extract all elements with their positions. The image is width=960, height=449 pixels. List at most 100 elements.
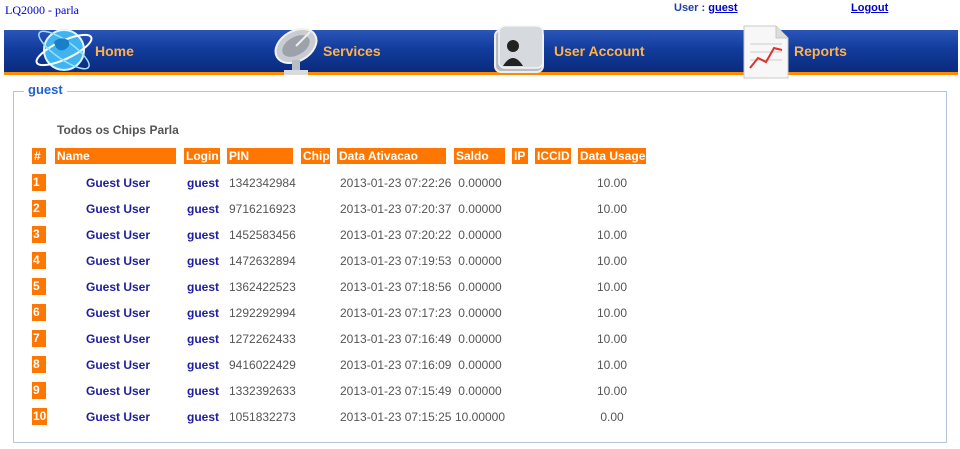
header-date[interactable]: Data Ativacao xyxy=(337,148,446,164)
nav-home[interactable]: Home xyxy=(32,29,182,75)
row-login: guest xyxy=(187,332,220,346)
row-pin: 1342342984 xyxy=(229,176,296,190)
row-number: 5 xyxy=(32,278,46,295)
header-chip[interactable]: Chip xyxy=(301,148,330,164)
header-saldo[interactable]: Saldo xyxy=(454,148,505,164)
row-name: Guest User xyxy=(86,384,151,398)
table-row: 7 Guest User guest 1272262433 2013-01-23… xyxy=(0,330,960,348)
row-date: 2013-01-23 07:18:56 xyxy=(340,280,452,294)
row-data-usage: 10.00 xyxy=(596,306,628,320)
main-nav: Home Services User Account Reports xyxy=(4,25,958,79)
row-pin: 1472632894 xyxy=(229,254,296,268)
row-pin: 1272262433 xyxy=(229,332,296,346)
row-name: Guest User xyxy=(86,228,151,242)
chart-report-icon xyxy=(734,20,798,80)
row-pin: 1332392633 xyxy=(229,384,296,398)
row-saldo: 0.00000 xyxy=(458,332,502,346)
row-saldo: 0.00000 xyxy=(458,384,502,398)
row-data-usage: 10.00 xyxy=(596,254,628,268)
row-name: Guest User xyxy=(86,358,151,372)
row-pin: 1362422523 xyxy=(229,280,296,294)
logout-link[interactable]: Logout xyxy=(851,2,888,14)
row-login: guest xyxy=(187,280,220,294)
table-row: 8 Guest User guest 9416022429 2013-01-23… xyxy=(0,356,960,374)
row-saldo: 0.00000 xyxy=(458,358,502,372)
row-pin: 1051832273 xyxy=(229,410,296,424)
user-folder-icon xyxy=(489,20,553,80)
row-data-usage: 10.00 xyxy=(596,358,628,372)
table-row: 9 Guest User guest 1332392633 2013-01-23… xyxy=(0,382,960,400)
row-number: 9 xyxy=(32,382,46,399)
row-date: 2013-01-23 07:16:49 xyxy=(340,332,452,346)
header-pin[interactable]: PIN xyxy=(227,148,293,164)
row-pin: 9716216923 xyxy=(229,202,296,216)
header-iccid[interactable]: ICCID xyxy=(535,148,571,164)
nav-services[interactable]: Services xyxy=(266,27,426,75)
row-login: guest xyxy=(187,306,220,320)
row-date: 2013-01-23 07:15:25 xyxy=(340,410,452,424)
header-ip[interactable]: IP xyxy=(512,148,528,164)
row-data-usage: 10.00 xyxy=(596,384,628,398)
row-login: guest xyxy=(187,228,220,242)
row-pin: 1292292994 xyxy=(229,306,296,320)
row-data-usage: 10.00 xyxy=(596,332,628,346)
row-login: guest xyxy=(187,410,220,424)
table-row: 6 Guest User guest 1292292994 2013-01-23… xyxy=(0,304,960,322)
username-link[interactable]: guest xyxy=(708,2,737,14)
section-title: Todos os Chips Parla xyxy=(57,123,179,137)
header-num[interactable]: # xyxy=(32,148,46,164)
row-pin: 1452583456 xyxy=(229,228,296,242)
row-name: Guest User xyxy=(86,254,151,268)
nav-user-account-label: User Account xyxy=(554,43,645,59)
table-row: 4 Guest User guest 1472632894 2013-01-23… xyxy=(0,252,960,270)
row-saldo: 0.00000 xyxy=(458,176,502,190)
table-row: 2 Guest User guest 9716216923 2013-01-23… xyxy=(0,200,960,218)
row-number: 1 xyxy=(32,174,46,191)
row-saldo: 0.00000 xyxy=(458,280,502,294)
row-saldo: 0.00000 xyxy=(458,202,502,216)
row-data-usage: 10.00 xyxy=(596,228,628,242)
row-name: Guest User xyxy=(86,202,151,216)
user-label: User : xyxy=(674,2,706,14)
row-saldo: 0.00000 xyxy=(458,228,502,242)
row-name: Guest User xyxy=(86,410,151,424)
row-data-usage: 10.00 xyxy=(596,176,628,190)
row-date: 2013-01-23 07:20:22 xyxy=(340,228,452,242)
row-saldo: 0.00000 xyxy=(458,254,502,268)
row-name: Guest User xyxy=(86,280,151,294)
table-row: 10 Guest User guest 1051832273 2013-01-2… xyxy=(0,408,960,426)
row-saldo: 0.00000 xyxy=(458,306,502,320)
table-row: 3 Guest User guest 1452583456 2013-01-23… xyxy=(0,226,960,244)
globe-icon xyxy=(32,20,96,80)
user-info: User : guest xyxy=(674,2,738,14)
row-number: 6 xyxy=(32,304,46,321)
row-date: 2013-01-23 07:17:23 xyxy=(340,306,452,320)
header-data-usage[interactable]: Data Usage xyxy=(578,148,646,164)
row-data-usage: 10.00 xyxy=(596,202,628,216)
row-number: 8 xyxy=(32,356,46,373)
header-login[interactable]: Login xyxy=(184,148,220,164)
row-date: 2013-01-23 07:19:53 xyxy=(340,254,452,268)
satellite-dish-icon xyxy=(266,20,330,80)
row-name: Guest User xyxy=(86,176,151,190)
panel-legend: guest xyxy=(24,82,67,97)
row-data-usage: 0.00 xyxy=(600,410,624,424)
row-login: guest xyxy=(187,358,220,372)
table-row: 1 Guest User guest 1342342984 2013-01-23… xyxy=(0,174,960,192)
app-title: LQ2000 - parla xyxy=(5,3,79,17)
top-bar: LQ2000 - parla User : guest Logout xyxy=(0,0,960,30)
row-number: 10 xyxy=(32,408,47,425)
nav-reports[interactable]: Reports xyxy=(734,25,884,79)
row-data-usage: 10.00 xyxy=(596,280,628,294)
row-login: guest xyxy=(187,384,220,398)
row-date: 2013-01-23 07:16:09 xyxy=(340,358,452,372)
row-pin: 9416022429 xyxy=(229,358,296,372)
header-name[interactable]: Name xyxy=(55,148,176,164)
row-date: 2013-01-23 07:22:26 xyxy=(340,176,452,190)
row-login: guest xyxy=(187,202,220,216)
row-saldo: 10.00000 xyxy=(454,410,506,424)
row-name: Guest User xyxy=(86,306,151,320)
nav-user-account[interactable]: User Account xyxy=(489,25,669,75)
row-date: 2013-01-23 07:15:49 xyxy=(340,384,452,398)
row-name: Guest User xyxy=(86,332,151,346)
